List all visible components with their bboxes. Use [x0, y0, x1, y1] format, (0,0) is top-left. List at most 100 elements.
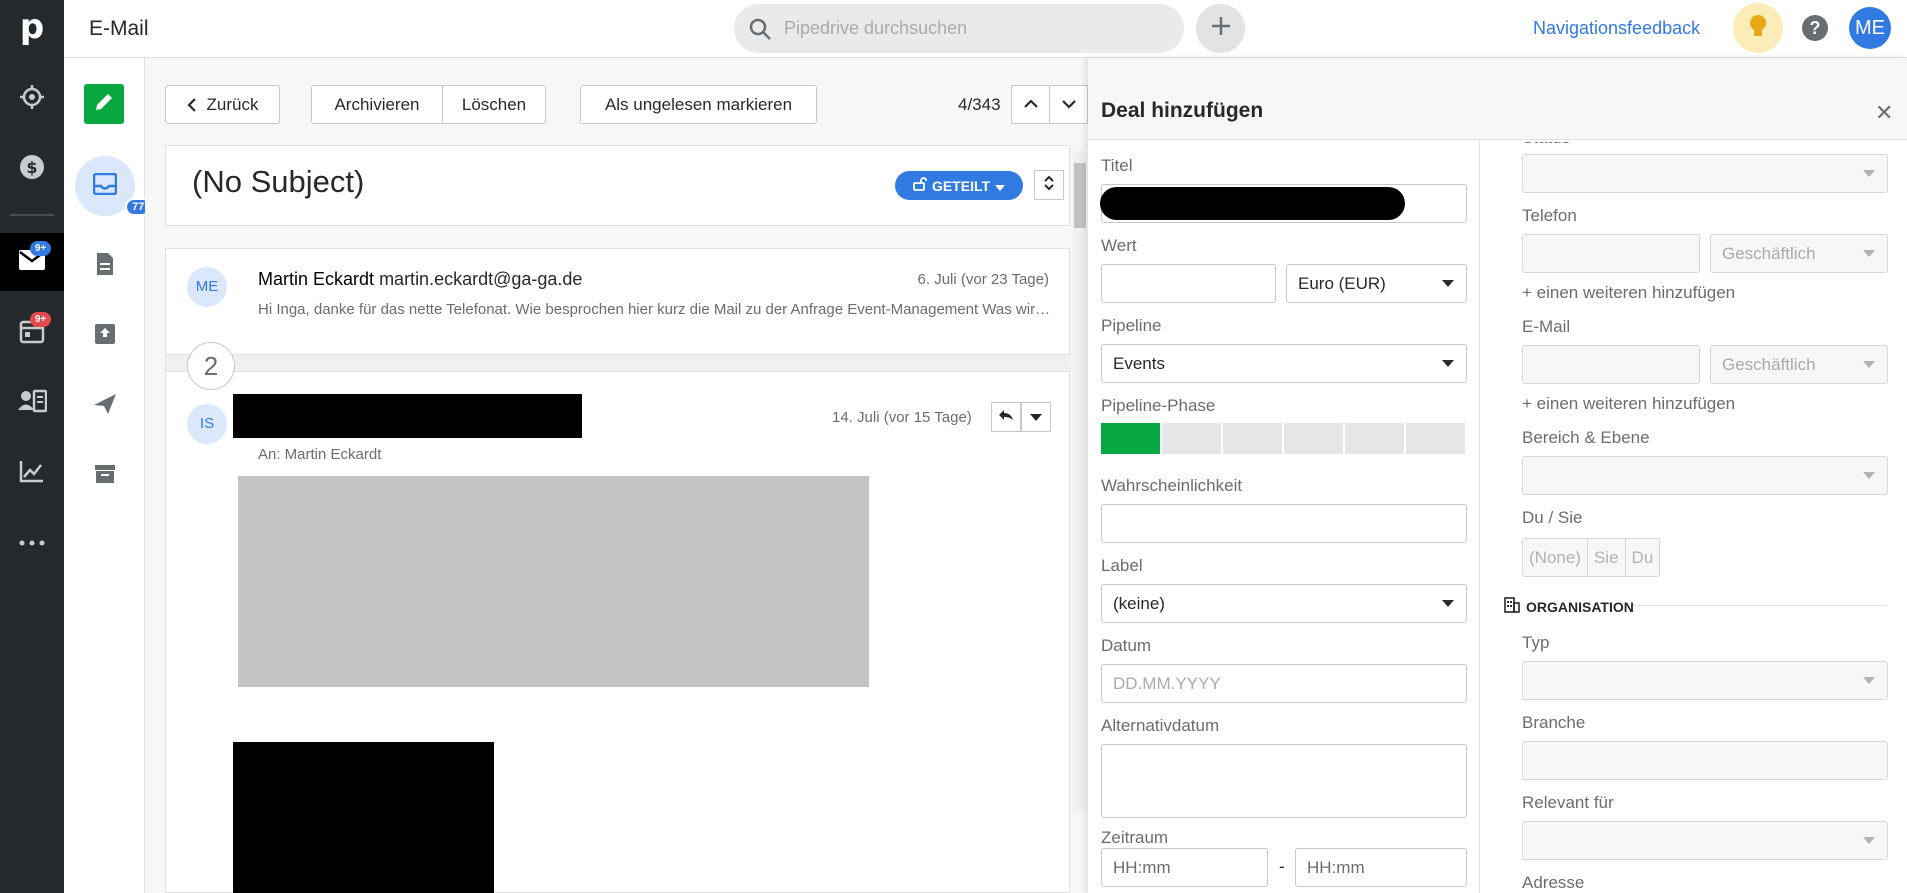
- dollar-icon: $: [18, 153, 46, 186]
- pipeline-phase-segment[interactable]: [1284, 423, 1345, 454]
- user-avatar[interactable]: ME: [1849, 7, 1891, 49]
- mark-unread-button[interactable]: Als ungelesen markieren: [580, 85, 817, 124]
- caret-down-icon: [1863, 250, 1875, 257]
- add-email-link[interactable]: + einen weiteren hinzufügen: [1522, 394, 1735, 414]
- message-date: 6. Juli (vor 23 Tage): [917, 271, 1049, 288]
- label-label: Label: [1101, 556, 1143, 575]
- archive-button[interactable]: Archivieren: [311, 85, 443, 124]
- add-deal-header: Deal hinzufügen ✕: [1088, 58, 1907, 140]
- sender-line[interactable]: Martin Eckardt martin.eckardt@ga-ga.de: [258, 269, 582, 290]
- contacts-icon: [17, 388, 48, 419]
- nav-contacts[interactable]: [0, 374, 64, 432]
- nav-leads[interactable]: [0, 70, 64, 128]
- dusie-label: Du / Sie: [1522, 508, 1583, 527]
- search-input[interactable]: [784, 18, 1154, 39]
- pipeline-phase-segment[interactable]: [1162, 423, 1223, 454]
- folder-outbox[interactable]: [75, 306, 135, 366]
- relevant-select[interactable]: [1522, 821, 1888, 860]
- pipeline-phase-segment[interactable]: [1406, 423, 1467, 454]
- nav-deals[interactable]: $: [0, 140, 64, 198]
- time-from-input[interactable]: HH:mm: [1101, 848, 1268, 887]
- folder-inbox[interactable]: 77: [75, 156, 152, 216]
- dusie-option-sie[interactable]: Sie: [1588, 539, 1626, 576]
- pipeline-phase-segment[interactable]: [1345, 423, 1406, 454]
- relevant-label: Relevant für: [1522, 793, 1614, 812]
- wert-input[interactable]: [1101, 264, 1276, 303]
- alternativdatum-input[interactable]: [1101, 744, 1467, 818]
- search-box[interactable]: [734, 4, 1184, 53]
- folder-archive[interactable]: [75, 446, 135, 506]
- unlock-icon: [913, 177, 927, 194]
- label-select[interactable]: (keine): [1101, 584, 1467, 623]
- bereich-select[interactable]: [1522, 456, 1888, 495]
- currency-select[interactable]: Euro (EUR): [1286, 264, 1467, 303]
- search-icon: [748, 17, 772, 41]
- back-button[interactable]: Zurück: [165, 85, 280, 124]
- dusie-option-none[interactable]: (None): [1523, 539, 1588, 576]
- reply-controls: [991, 402, 1051, 432]
- typ-select[interactable]: [1522, 661, 1888, 700]
- collapsed-messages-band[interactable]: [166, 354, 1071, 372]
- pipedrive-logo[interactable]: p: [0, 0, 64, 58]
- message-preview[interactable]: Hi Inga, danke für das nette Telefonat. …: [258, 301, 1053, 318]
- telefon-input[interactable]: [1522, 234, 1700, 273]
- caret-down-icon: [1442, 280, 1454, 287]
- scrollbar-thumb[interactable]: [1074, 163, 1086, 228]
- wert-label: Wert: [1101, 236, 1137, 255]
- expand-collapse-button[interactable]: [1034, 170, 1064, 200]
- datum-input[interactable]: DD.MM.YYYY: [1101, 664, 1467, 703]
- nav-more[interactable]: [0, 513, 64, 571]
- top-bar: E-Mail Navigationsfeedback ? ME: [64, 0, 1907, 58]
- pipeline-phase-segment[interactable]: [1223, 423, 1284, 454]
- close-icon[interactable]: ✕: [1875, 100, 1893, 126]
- nav-activities[interactable]: 9+: [0, 304, 64, 362]
- email-type-select[interactable]: Geschäftlich: [1710, 345, 1888, 384]
- branche-input[interactable]: [1522, 741, 1888, 780]
- pipeline-phase-selector[interactable]: [1101, 423, 1467, 454]
- pager-count: 4/343: [958, 95, 1001, 114]
- subject-card: (No Subject) GETEILT: [165, 145, 1070, 226]
- redacted-sender: [233, 394, 582, 438]
- add-phone-link[interactable]: + einen weiteren hinzufügen: [1522, 283, 1735, 303]
- svg-text:$: $: [26, 158, 37, 177]
- sender-avatar: IS: [187, 404, 227, 444]
- scrollbar-track[interactable]: [1073, 151, 1086, 811]
- sender-name: Martin Eckardt: [258, 269, 375, 289]
- column-separator: [1479, 140, 1480, 893]
- expand-icon: [1043, 174, 1055, 197]
- folder-drafts[interactable]: [75, 236, 135, 296]
- delete-button[interactable]: Löschen: [442, 85, 546, 124]
- navigation-feedback-link[interactable]: Navigationsfeedback: [1533, 18, 1700, 39]
- collapsed-count[interactable]: 2: [187, 342, 235, 390]
- help-button[interactable]: ?: [1802, 15, 1828, 41]
- pipeline-label: Pipeline: [1101, 316, 1162, 335]
- probability-input[interactable]: [1101, 504, 1467, 543]
- outbox-icon: [94, 323, 116, 350]
- compose-button[interactable]: [84, 84, 124, 124]
- document-icon: [95, 252, 115, 281]
- folder-sent[interactable]: [75, 376, 135, 436]
- redacted-image: [233, 742, 494, 893]
- tips-button[interactable]: [1733, 3, 1783, 53]
- shared-visibility-button[interactable]: GETEILT: [895, 171, 1023, 200]
- status-select[interactable]: [1522, 154, 1888, 193]
- dusie-toggle[interactable]: (None) Sie Du: [1522, 538, 1661, 577]
- reply-button[interactable]: [991, 402, 1021, 432]
- typ-label: Typ: [1522, 633, 1550, 652]
- next-message-button[interactable]: [1049, 85, 1088, 124]
- nav-mail[interactable]: 9+: [0, 233, 64, 291]
- dusie-option-du[interactable]: Du: [1626, 539, 1660, 576]
- reply-options-button[interactable]: [1021, 402, 1051, 432]
- nav-insights[interactable]: [0, 444, 64, 502]
- pipeline-phase-segment[interactable]: [1101, 423, 1162, 454]
- reply-icon: [998, 408, 1014, 426]
- mail-sidebar: 77: [64, 58, 152, 893]
- email-input[interactable]: [1522, 345, 1700, 384]
- time-to-input[interactable]: HH:mm: [1295, 848, 1467, 887]
- caret-down-icon: [1030, 408, 1042, 426]
- titel-input[interactable]: [1100, 184, 1467, 223]
- telefon-type-select[interactable]: Geschäftlich: [1710, 234, 1888, 273]
- quick-add-button[interactable]: [1196, 4, 1245, 53]
- prev-message-button[interactable]: [1011, 85, 1050, 124]
- pipeline-select[interactable]: Events: [1101, 344, 1467, 383]
